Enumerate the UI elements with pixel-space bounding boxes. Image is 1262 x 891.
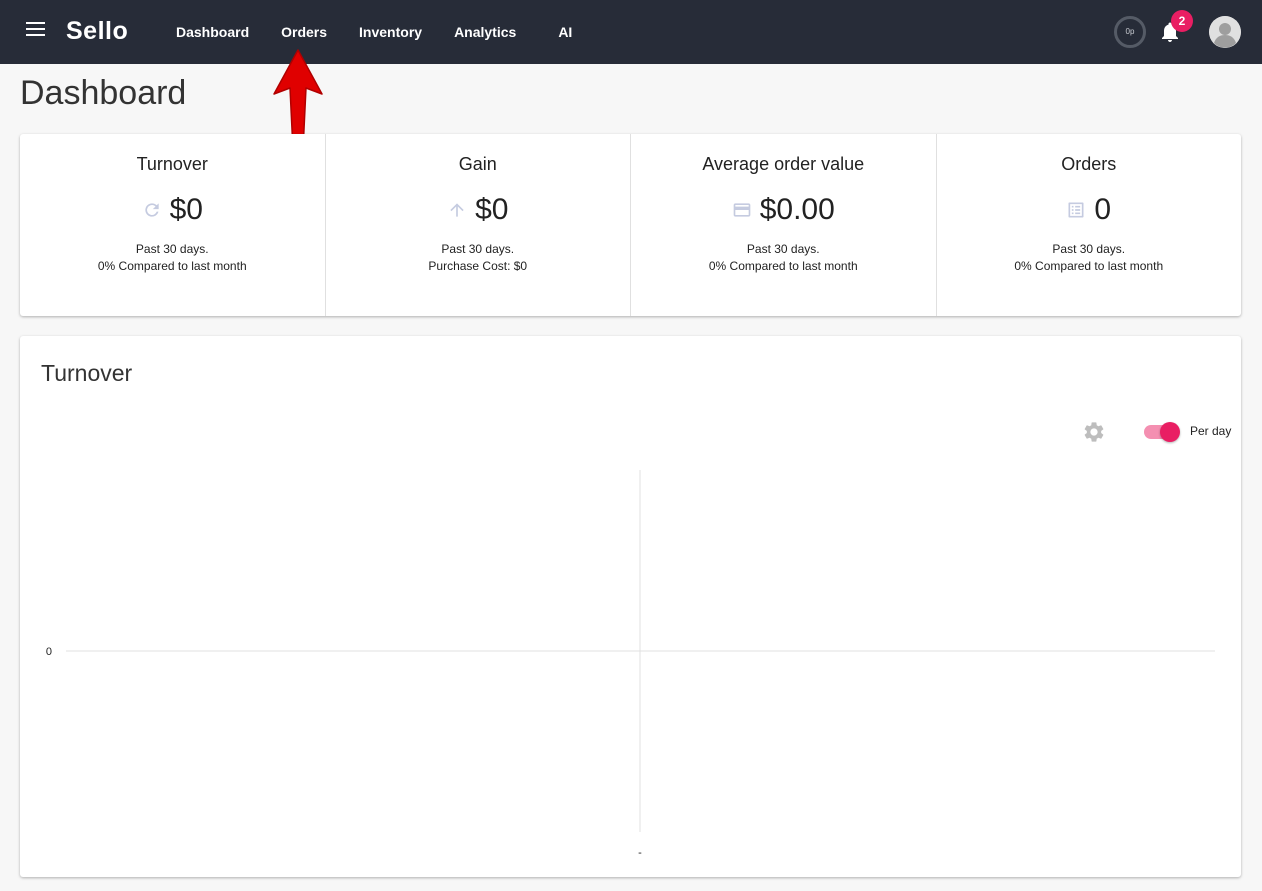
- page-title: Dashboard: [20, 74, 187, 112]
- turnover-chart-card: Turnover Per day 0-: [20, 336, 1241, 877]
- stat-value: $0: [475, 193, 509, 226]
- stat-value: $0.00: [759, 193, 835, 226]
- stat-turnover: Turnover $0 Past 30 days. 0% Compared to…: [20, 134, 326, 316]
- stat-purchase-cost: Purchase Cost: $0: [428, 259, 528, 273]
- nav-inventory[interactable]: Inventory: [343, 0, 438, 64]
- stat-label: Orders: [1061, 154, 1117, 174]
- stat-label: Gain: [458, 154, 497, 174]
- arrow-up-icon: [450, 203, 464, 217]
- stat-period: Past 30 days.: [1052, 242, 1126, 256]
- stat-label: Turnover: [136, 154, 208, 174]
- nav-ai[interactable]: AI: [542, 0, 588, 64]
- nav-dashboard[interactable]: Dashboard: [160, 0, 265, 64]
- x-tick-label: -: [638, 847, 642, 859]
- stat-period: Past 30 days.: [746, 242, 820, 256]
- turnover-chart: 0-: [46, 470, 1215, 859]
- stat-orders: Orders 0 Past 30 days. 0% Compared to la…: [937, 134, 1242, 316]
- stat-comparison: 0% Compared to last month: [1014, 259, 1164, 273]
- nav-analytics[interactable]: Analytics: [438, 0, 532, 64]
- stats-panel: Turnover $0 Past 30 days. 0% Compared to…: [20, 134, 1241, 316]
- stat-period: Past 30 days.: [135, 242, 209, 256]
- stat-comparison: 0% Compared to last month: [97, 259, 247, 273]
- stat-average-order-value: Average order value $0.00 Past 30 days. …: [631, 134, 937, 316]
- stat-period: Past 30 days.: [441, 242, 515, 256]
- stat-value: $0: [169, 193, 203, 226]
- avatar[interactable]: [1209, 16, 1241, 48]
- stat-gain: Gain $0 Past 30 days. Purchase Cost: $0: [326, 134, 631, 316]
- refresh-icon: [144, 203, 159, 217]
- stat-label: Average order value: [702, 154, 865, 174]
- user-icon: [1209, 16, 1241, 48]
- main-nav: Dashboard Orders Inventory Analytics AI: [160, 0, 588, 64]
- y-tick-label: 0: [46, 646, 52, 658]
- notification-badge: 2: [1171, 10, 1193, 32]
- list-icon: [1068, 202, 1084, 218]
- app-logo[interactable]: Sello: [66, 17, 128, 46]
- usage-indicator[interactable]: 0p: [1114, 16, 1146, 48]
- credit-card-icon: [733, 203, 751, 217]
- stat-comparison: 0% Compared to last month: [708, 259, 858, 273]
- menu-icon[interactable]: [26, 22, 46, 42]
- stat-value: 0: [1094, 193, 1112, 226]
- top-app-bar: Sello Dashboard Orders Inventory Analyti…: [0, 0, 1262, 64]
